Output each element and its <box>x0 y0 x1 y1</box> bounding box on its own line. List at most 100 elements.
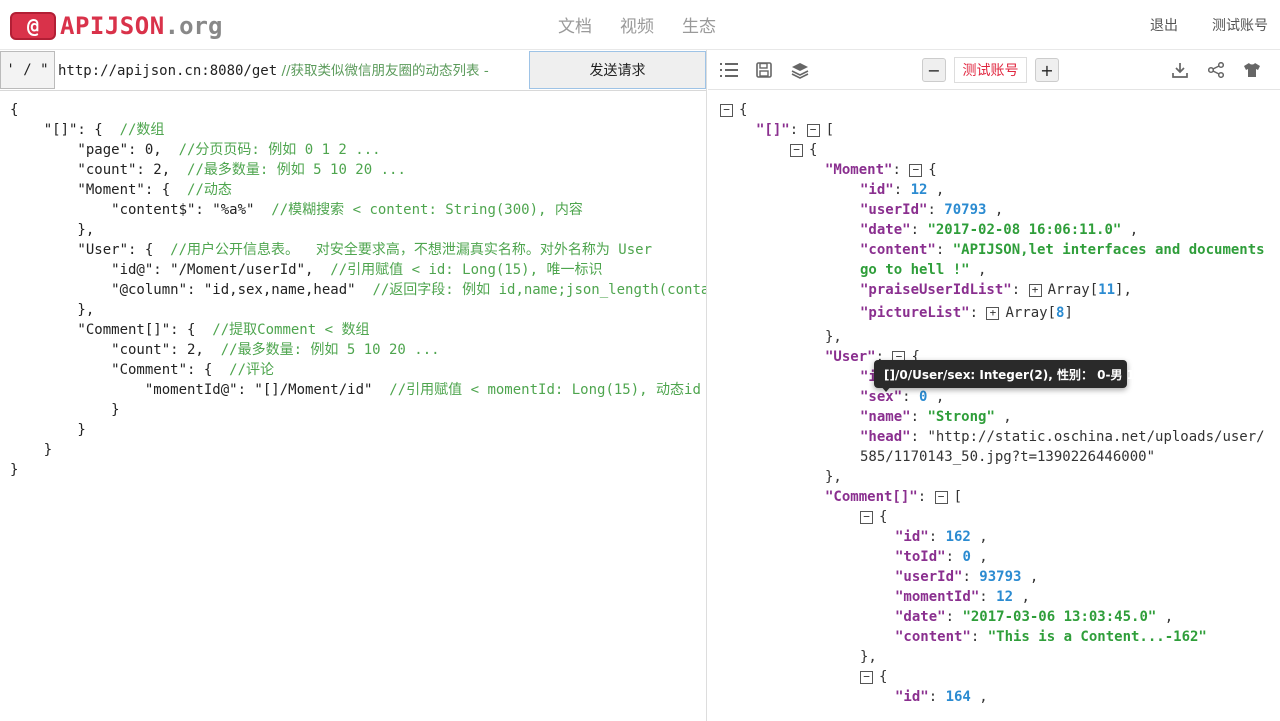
code-text: "User": { <box>10 242 171 258</box>
share-icon[interactable] <box>1205 59 1227 81</box>
main-nav: 文档 视频 生态 <box>558 12 716 37</box>
tree-line: "sex": 0 , <box>860 389 945 405</box>
tree-line: 585/1170143_50.jpg?t=1390226446000" <box>860 449 1156 465</box>
editor-line: "Comment": { //评论 <box>10 360 706 380</box>
editor-line: "id@": "/Moment/userId", //引用赋值 < id: Lo… <box>10 260 706 280</box>
code-text: "Comment": { <box>10 362 230 378</box>
nav-docs[interactable]: 文档 <box>558 12 592 37</box>
top-header: @ APIJSON .org 文档 视频 生态 退出 测试账号 <box>0 0 1280 50</box>
request-pane: ' / " http://apijson.cn:8080/get //获取类似微… <box>0 50 707 721</box>
code-comment: //引用赋值 < momentId: Long(15), 动态id <box>389 382 701 398</box>
code-text: } <box>10 422 86 438</box>
tooltip-arrow <box>880 385 892 392</box>
tree-line: "content": "This is a Content...-162" <box>895 629 1207 645</box>
tree-line: }, <box>825 469 842 485</box>
editor-line: "Moment": { //动态 <box>10 180 706 200</box>
logout-link[interactable]: 退出 <box>1150 15 1178 35</box>
logo-badge: @ <box>10 12 56 40</box>
tree-line: "id": 12 , <box>860 182 945 198</box>
editor-line: "[]": { //数组 <box>10 120 706 140</box>
tree-line: "date": "2017-02-08 16:06:11.0" , <box>860 222 1139 238</box>
collapse-toggle[interactable]: − <box>790 143 803 157</box>
code-text: "content$": "%a%" <box>10 202 272 218</box>
tree-line: −{ <box>720 667 1280 687</box>
tree-line: "name": "Strong" , <box>860 409 1012 425</box>
apijson-logo[interactable]: @ APIJSON .org <box>10 11 222 41</box>
test-account-link[interactable]: 测试账号 <box>1212 15 1268 35</box>
send-request-button[interactable]: 发送请求 <box>529 51 706 89</box>
editor-line: "count": 2, //最多数量: 例如 5 10 20 ... <box>10 160 706 180</box>
code-text: }, <box>10 302 95 318</box>
collapse-toggle[interactable]: − <box>934 490 948 504</box>
user-links: 退出 测试账号 <box>1150 15 1268 35</box>
tree-line: "id": 164 , <box>895 689 988 705</box>
tree-line: "userId": 93793 , <box>895 569 1039 585</box>
tree-line: "date": "2017-03-06 13:03:45.0" , <box>895 609 1174 625</box>
code-comment: //数组 <box>119 122 165 138</box>
editor-line: "@column": "id,sex,name,head" //返回字段: 例如… <box>10 280 707 300</box>
layers-icon[interactable] <box>789 59 811 81</box>
tree-line: −{ <box>720 507 1280 527</box>
nav-ecosystem[interactable]: 生态 <box>682 12 716 37</box>
collapse-toggle[interactable]: − <box>860 670 873 684</box>
expand-toggle[interactable]: + <box>1028 283 1042 297</box>
response-json-tree: −{ "[]": −[ −{ "Moment": −{ "id": 12 , "… <box>720 100 1280 707</box>
editor-line: "content$": "%a%" //模糊搜索 < content: Stri… <box>10 200 706 220</box>
decrease-button[interactable]: − <box>922 58 946 82</box>
code-text: { <box>10 102 19 118</box>
response-toolbar: − 测试账号 + <box>708 50 1280 90</box>
url-input[interactable]: http://apijson.cn:8080/get //获取类似微信朋友圈的动… <box>58 59 528 79</box>
code-text: "id@": "/Moment/userId", <box>10 262 331 278</box>
tree-line: "content": "APIJSON,let interfaces and d… <box>860 242 1265 258</box>
tree-line: "Comment[]": −[ <box>825 489 963 505</box>
editor-line: "User": { //用户公开信息表。 对安全要求高，不想泄漏真实名称。对外名… <box>10 240 706 260</box>
save-icon[interactable] <box>753 59 775 81</box>
logo-name: APIJSON <box>60 12 165 40</box>
editor-line: } <box>10 400 706 420</box>
code-comment: //模糊搜索 < content: String(300), 内容 <box>271 202 583 218</box>
code-text: "@column": "id,sex,name,head" <box>10 282 373 298</box>
list-icon[interactable] <box>718 59 740 81</box>
increase-button[interactable]: + <box>1035 58 1059 82</box>
code-comment: //最多数量: 例如 5 10 20 ... <box>220 342 440 358</box>
tree-line: "pictureList": + Array[8] <box>860 305 1073 321</box>
code-text: }, <box>10 222 95 238</box>
collapse-toggle[interactable]: − <box>720 103 733 117</box>
tree-line: go to hell !" , <box>860 262 987 278</box>
code-text: } <box>10 402 120 418</box>
shirt-icon[interactable] <box>1241 59 1263 81</box>
code-text: } <box>10 442 53 458</box>
tree-line: −{ <box>720 100 1280 120</box>
code-comment: //用户公开信息表。 对安全要求高，不想泄漏真实名称。对外名称为 User <box>170 242 653 258</box>
code-comment: //最多数量: 例如 5 10 20 ... <box>187 162 406 178</box>
logo-domain: .org <box>164 12 223 40</box>
collapse-toggle[interactable]: − <box>806 123 820 137</box>
request-bar: ' / " http://apijson.cn:8080/get //获取类似微… <box>0 50 706 91</box>
tree-line: }, <box>825 329 842 345</box>
code-text: "page": 0, <box>10 142 179 158</box>
editor-line: "momentId@": "[]/Moment/id" //引用赋值 < mom… <box>10 380 706 400</box>
collapse-toggle[interactable]: − <box>909 163 923 177</box>
tree-line: "momentId": 12 , <box>895 589 1030 605</box>
tree-line: "[]": −[ <box>756 122 835 138</box>
code-comment: //引用赋值 < id: Long(15), 唯一标识 <box>330 262 603 278</box>
nav-videos[interactable]: 视频 <box>620 12 654 37</box>
editor-line: "count": 2, //最多数量: 例如 5 10 20 ... <box>10 340 706 360</box>
tree-line: }, <box>860 649 877 665</box>
download-icon[interactable] <box>1169 59 1191 81</box>
tree-line: "head": "http://static.oschina.net/uploa… <box>860 429 1265 445</box>
request-json-editor[interactable]: { "[]": { //数组 "page": 0, //分页页码: 例如 0 1… <box>10 100 707 480</box>
quote-type-button[interactable]: ' / " <box>0 51 55 89</box>
collapse-toggle[interactable]: − <box>860 510 873 524</box>
tree-line: "id": 162 , <box>895 529 988 545</box>
code-text: "count": 2, <box>10 162 188 178</box>
editor-line: }, <box>10 300 706 320</box>
editor-line: "Comment[]": { //提取Comment < 数组 <box>10 320 706 340</box>
tree-line: "praiseUserIdList": + Array[11], <box>860 282 1132 298</box>
test-account-button[interactable]: 测试账号 <box>954 57 1027 83</box>
editor-line: } <box>10 460 706 480</box>
code-text: "[]": { <box>10 122 120 138</box>
expand-toggle[interactable]: + <box>986 306 1000 320</box>
code-comment: //提取Comment < 数组 <box>212 322 370 338</box>
code-comment: //返回字段: 例如 id,name;json_length(conta <box>372 282 707 298</box>
